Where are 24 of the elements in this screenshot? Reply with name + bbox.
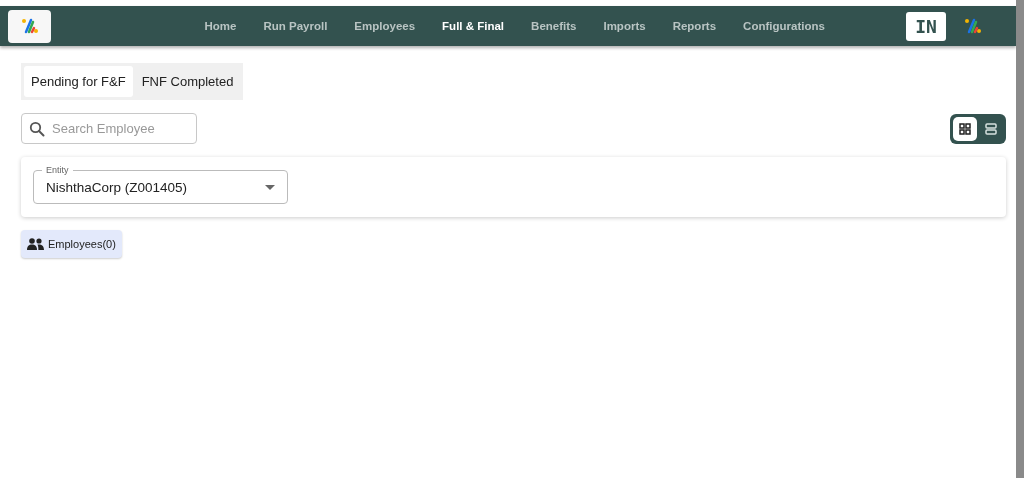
tab[interactable]: FNF Completed	[134, 66, 241, 97]
nav-link[interactable]: Run Payroll	[249, 20, 341, 32]
nav-link[interactable]: Employees	[340, 20, 429, 32]
nav-link[interactable]: Imports	[589, 20, 660, 32]
caret-icon	[265, 184, 275, 190]
tab[interactable]: Pending for F&F	[24, 66, 133, 97]
select-value: NishthaCorp (Z001405)	[46, 179, 188, 195]
grid-icon	[959, 122, 971, 135]
employees-button[interactable]: Employees(0)	[21, 230, 122, 258]
user-avatar[interactable]: IN	[906, 11, 946, 41]
nav-link[interactable]: Reports	[659, 20, 730, 32]
logo-button[interactable]	[8, 9, 51, 43]
nav-link[interactable]: Full & Final	[428, 20, 518, 32]
nav-link[interactable]: Benefits	[517, 20, 590, 32]
nav-link[interactable]: Configurations	[729, 20, 839, 32]
people-icon	[27, 238, 44, 250]
scrollbar[interactable]	[1016, 0, 1024, 478]
logo-icon	[964, 18, 982, 34]
logo-icon	[20, 18, 39, 34]
field-label: Entity	[42, 164, 73, 176]
grid-view-button[interactable]	[953, 116, 977, 141]
nav-link[interactable]: Home	[191, 20, 250, 32]
search-field[interactable]: Search Employee	[21, 113, 197, 144]
list-icon	[985, 122, 997, 135]
